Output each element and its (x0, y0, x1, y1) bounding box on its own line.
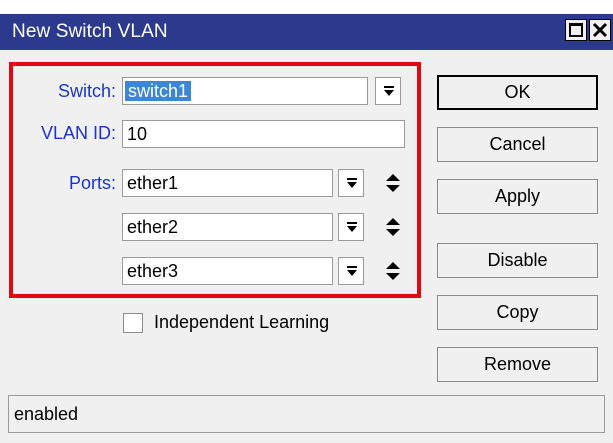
up-down-icon (386, 218, 400, 236)
up-down-icon (386, 262, 400, 280)
remove-button[interactable]: Remove (437, 347, 598, 382)
switch-label: Switch: (57, 81, 116, 101)
port-dropdown-button-3[interactable] (338, 257, 364, 285)
port-value-2: ether2 (127, 217, 179, 237)
status-bar: enabled (8, 395, 605, 433)
apply-button[interactable]: Apply (437, 179, 598, 214)
ports-label: Ports: (68, 173, 116, 193)
switch-dropdown-button[interactable] (375, 77, 401, 105)
port-field-2[interactable]: ether2 (122, 213, 333, 241)
top-strip (0, 0, 613, 14)
close-button[interactable] (589, 19, 611, 41)
dialog-body: Switch: switch1 VLAN ID: 10 Ports: ether… (0, 50, 613, 443)
vlan-id-label: VLAN ID: (40, 123, 116, 143)
port-dropdown-button-1[interactable] (338, 169, 364, 197)
status-text: enabled (14, 404, 79, 424)
cancel-button[interactable]: Cancel (437, 127, 598, 162)
port-updown-2[interactable] (383, 213, 403, 241)
up-down-icon (386, 174, 400, 192)
dropdown-arrow-icon (347, 178, 357, 188)
independent-learning-checkbox[interactable] (123, 313, 143, 333)
dropdown-arrow-icon (384, 86, 394, 96)
close-icon (592, 22, 608, 38)
port-updown-1[interactable] (383, 169, 403, 197)
independent-learning-label: Independent Learning (154, 312, 330, 332)
port-value-3: ether3 (127, 261, 179, 281)
switch-field[interactable]: switch1 (122, 77, 368, 105)
title-bar[interactable]: New Switch VLAN (0, 14, 613, 50)
maximize-icon (569, 23, 583, 37)
vlan-id-value: 10 (127, 124, 148, 144)
ok-button[interactable]: OK (437, 75, 598, 110)
port-field-1[interactable]: ether1 (122, 169, 333, 197)
port-updown-3[interactable] (383, 257, 403, 285)
dropdown-arrow-icon (347, 222, 357, 232)
copy-button[interactable]: Copy (437, 295, 598, 330)
port-field-3[interactable]: ether3 (122, 257, 333, 285)
maximize-button[interactable] (565, 19, 587, 41)
window-title: New Switch VLAN (12, 21, 168, 42)
disable-button[interactable]: Disable (437, 243, 598, 278)
new-switch-vlan-dialog: New Switch VLAN Switch: switch1 VLAN ID:… (0, 0, 613, 443)
vlan-id-field[interactable]: 10 (122, 120, 405, 148)
port-dropdown-button-2[interactable] (338, 213, 364, 241)
port-value-1: ether1 (127, 173, 179, 193)
dropdown-arrow-icon (347, 266, 357, 276)
switch-value: switch1 (125, 81, 192, 101)
